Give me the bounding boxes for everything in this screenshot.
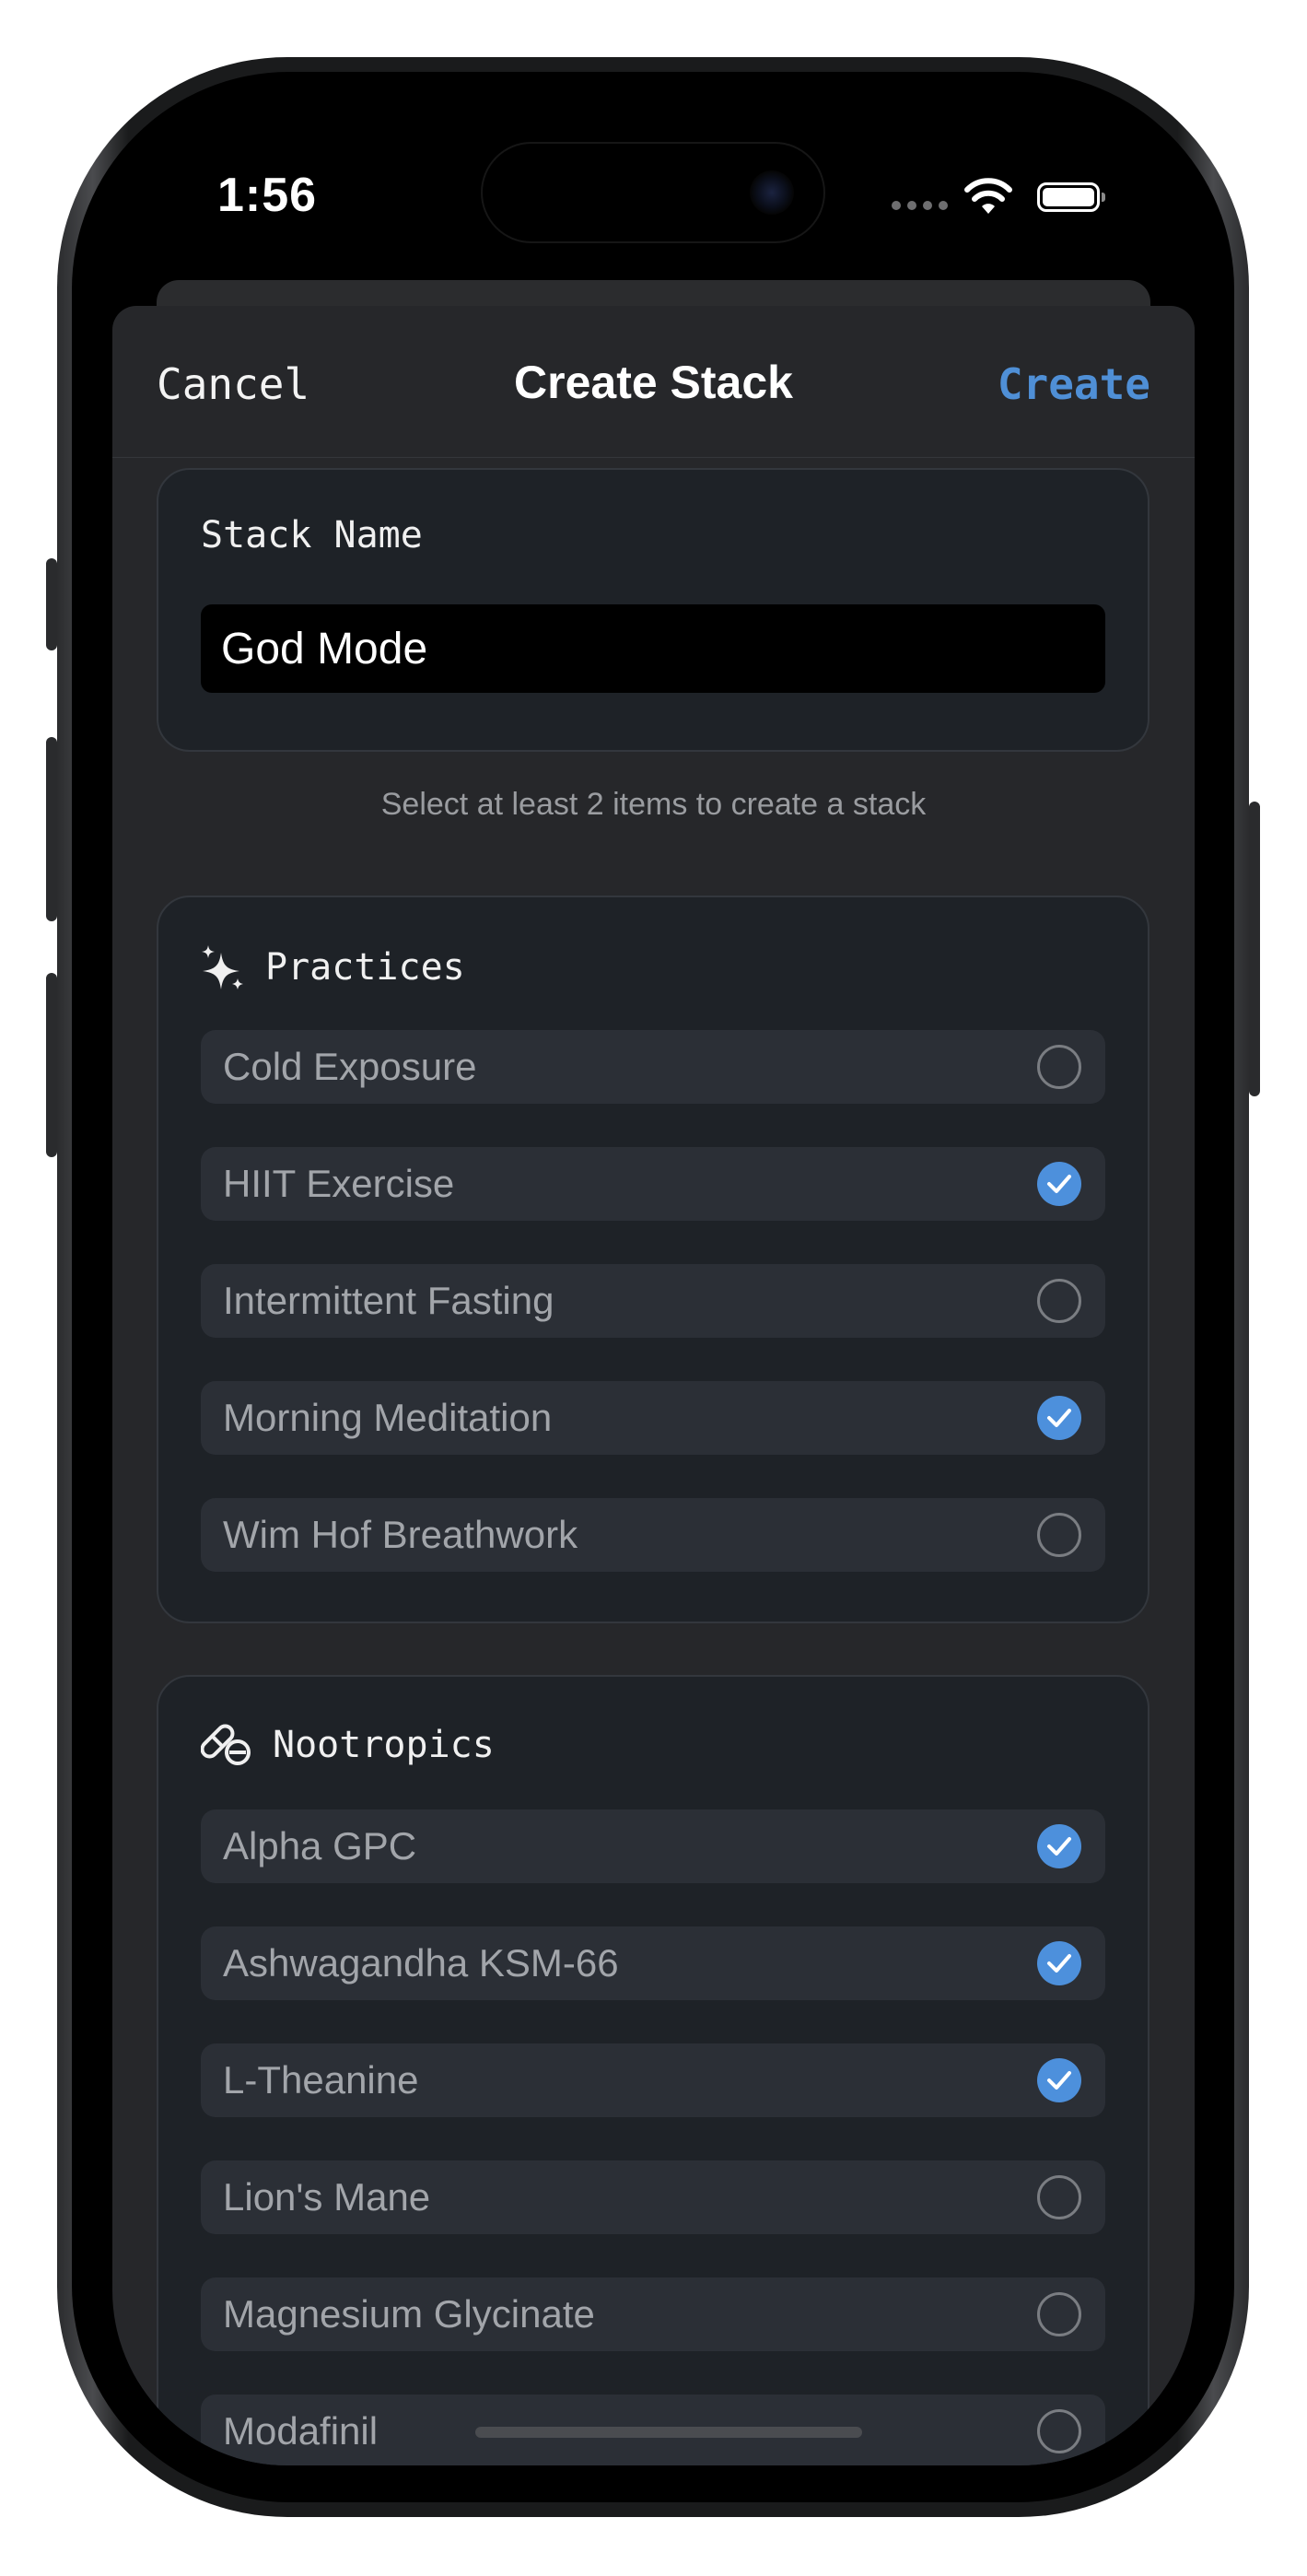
checkmark-circle-icon[interactable] [1037, 1396, 1081, 1440]
list-item[interactable]: Ashwagandha KSM-66 [201, 1926, 1105, 2000]
item-label: L-Theanine [223, 2058, 419, 2102]
practices-card: Practices Cold Exposure HIIT Exercise Inte… [157, 896, 1149, 1623]
pills-icon [201, 1724, 251, 1765]
empty-circle-icon[interactable] [1037, 1513, 1081, 1557]
stack-name-card: Stack Name [157, 468, 1149, 752]
list-item[interactable]: HIIT Exercise [201, 1147, 1105, 1221]
item-label: Wim Hof Breathwork [223, 1513, 578, 1556]
item-label: Morning Meditation [223, 1396, 553, 1439]
selection-hint: Select at least 2 items to create a stac… [380, 787, 927, 822]
empty-circle-icon[interactable] [1037, 1279, 1081, 1323]
empty-circle-icon[interactable] [1037, 1045, 1081, 1089]
nootropics-card: Nootropics Alpha GPC Ashwagandha KSM-66 L-… [157, 1675, 1149, 2465]
list-item[interactable]: Lion's Mane [201, 2160, 1105, 2234]
practices-header: Practices [201, 943, 465, 991]
sparkles-icon [202, 945, 243, 989]
checkmark-circle-icon[interactable] [1037, 2058, 1081, 2102]
battery-icon [1037, 182, 1105, 212]
wifi-icon [964, 178, 1012, 214]
cellular-signal-icon [892, 201, 948, 210]
item-label: Intermittent Fasting [223, 1279, 554, 1322]
status-time: 1:56 [216, 169, 318, 222]
list-item[interactable]: Intermittent Fasting [201, 1264, 1105, 1338]
item-label: Alpha GPC [223, 1824, 417, 1868]
volume-down-button[interactable] [46, 973, 57, 1157]
item-label: Cold Exposure [223, 1045, 477, 1088]
stack-name-label: Stack Name [201, 514, 423, 556]
dynamic-island [481, 142, 825, 243]
camera-icon [750, 170, 794, 215]
item-label: HIIT Exercise [223, 1162, 455, 1205]
checkmark-circle-icon[interactable] [1037, 1941, 1081, 1985]
list-item[interactable]: L-Theanine [201, 2043, 1105, 2117]
stack-name-input[interactable] [201, 604, 1105, 693]
checkmark-circle-icon[interactable] [1037, 1824, 1081, 1868]
create-stack-sheet: Cancel Create Stack Create Stack Name Se… [112, 306, 1195, 2465]
empty-circle-icon[interactable] [1037, 2409, 1081, 2453]
nav-bar: Cancel Create Stack Create [112, 306, 1195, 458]
practices-title: Practices [265, 946, 465, 989]
list-item[interactable]: Wim Hof Breathwork [201, 1498, 1105, 1572]
home-indicator[interactable] [475, 2427, 862, 2438]
power-button[interactable] [1249, 802, 1260, 1096]
checkmark-circle-icon[interactable] [1037, 1162, 1081, 1206]
list-item[interactable]: Alpha GPC [201, 1809, 1105, 1883]
action-button[interactable] [46, 558, 57, 650]
list-item[interactable]: Magnesium Glycinate [201, 2277, 1105, 2351]
list-item[interactable]: Cold Exposure [201, 1030, 1105, 1104]
empty-circle-icon[interactable] [1037, 2292, 1081, 2336]
create-button[interactable]: Create [998, 359, 1150, 409]
item-label: Lion's Mane [223, 2175, 431, 2219]
item-label: Ashwagandha KSM-66 [223, 1941, 619, 1985]
empty-circle-icon[interactable] [1037, 2175, 1081, 2219]
list-item[interactable]: Morning Meditation [201, 1381, 1105, 1455]
practices-list: Cold Exposure HIIT Exercise Intermittent F… [201, 1030, 1105, 1615]
nootropics-list: Alpha GPC Ashwagandha KSM-66 L-Theanine Lio… [201, 1809, 1105, 2465]
screen: 1:56 Cancel Create Stack Create Stack Na… [112, 109, 1195, 2465]
item-label: Magnesium Glycinate [223, 2292, 595, 2336]
nootropics-title: Nootropics [273, 1724, 495, 1766]
volume-up-button[interactable] [46, 737, 57, 921]
nootropics-header: Nootropics [201, 1723, 495, 1767]
item-label: Modafinil [223, 2409, 379, 2453]
